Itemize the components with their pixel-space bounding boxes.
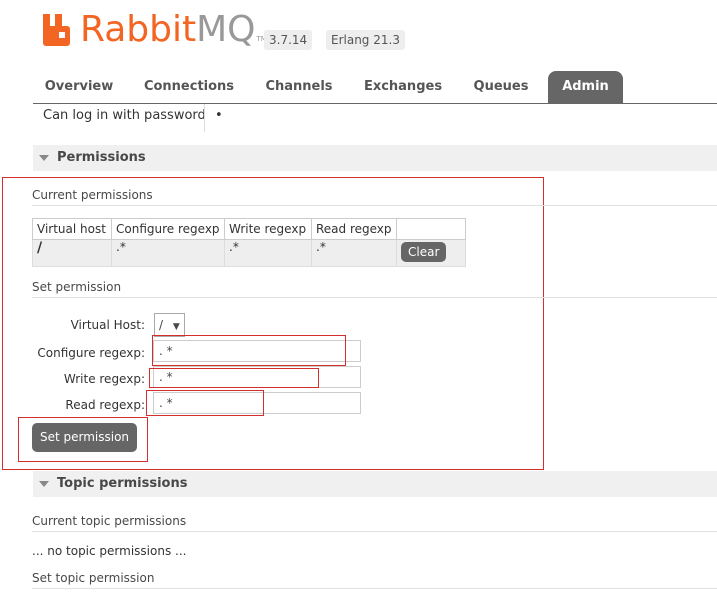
set-topic-permission-heading: Set topic permission (32, 571, 155, 585)
vhost-label: Virtual Host: (70, 318, 145, 332)
read-regexp-label: Read regexp: (65, 398, 145, 412)
vhost-select-value: / (159, 318, 164, 332)
configure-regexp-label: Configure regexp: (37, 346, 145, 360)
col-write-regexp: Write regexp (224, 218, 312, 240)
collapse-triangle-icon (39, 155, 49, 161)
can-login-label: Can log in with password (43, 108, 206, 123)
tab-queues[interactable]: Queues (463, 71, 539, 103)
col-virtual-host: Virtual host (32, 218, 112, 240)
cell-read: .* (311, 239, 397, 267)
set-permission-heading: Set permission (32, 280, 122, 294)
divider (32, 205, 717, 206)
current-permissions-heading: Current permissions (32, 188, 153, 202)
cell-action: Clear (396, 239, 466, 267)
divider (32, 297, 717, 298)
vhost-select[interactable]: / ▼ (154, 313, 185, 337)
highlight-box-submit (18, 417, 148, 462)
clear-button[interactable]: Clear (401, 242, 447, 262)
col-read-regexp: Read regexp (311, 218, 397, 240)
dropdown-arrow-icon: ▼ (172, 322, 180, 332)
cell-vhost: / (32, 239, 112, 267)
table-row: / .* .* .* Clear (32, 239, 466, 267)
highlight-box-read (146, 390, 264, 416)
col-configure-regexp: Configure regexp (111, 218, 225, 240)
write-regexp-label: Write regexp: (63, 372, 145, 386)
highlight-box-configure (152, 335, 346, 366)
divider (32, 588, 717, 589)
topic-permissions-section-header[interactable]: Topic permissions (33, 471, 717, 497)
tab-admin[interactable]: Admin (548, 71, 623, 103)
tab-exchanges[interactable]: Exchanges (353, 71, 453, 103)
topic-permissions-title: Topic permissions (57, 476, 188, 491)
cell-write: .* (224, 239, 312, 267)
permissions-title: Permissions (57, 150, 146, 165)
logo-text-mq: MQ (196, 9, 256, 50)
can-login-value: • (215, 108, 223, 123)
main-nav-tabs: Overview Connections Channels Exchanges … (33, 71, 717, 104)
collapse-triangle-icon (39, 481, 49, 487)
logo-text-rabbit: Rabbit (80, 9, 197, 50)
rabbitmq-logo: Rabbit MQ TM (43, 11, 267, 49)
highlight-box-write (149, 368, 319, 388)
tab-channels[interactable]: Channels (255, 71, 343, 103)
table-header-row: Virtual host Configure regexp Write rege… (32, 218, 466, 240)
tab-connections[interactable]: Connections (133, 71, 245, 103)
col-actions (396, 218, 466, 240)
rabbit-logo-icon (43, 14, 74, 46)
version-badge: 3.7.14 (264, 30, 313, 50)
divider (32, 531, 717, 532)
no-topic-permissions-text: ... no topic permissions ... (32, 544, 187, 558)
permissions-section-header[interactable]: Permissions (33, 145, 717, 171)
current-topic-permissions-heading: Current topic permissions (32, 514, 187, 528)
row-divider (204, 104, 205, 132)
cell-configure: .* (111, 239, 225, 267)
erlang-version-badge: Erlang 21.3 (326, 30, 405, 50)
permissions-table: Virtual host Configure regexp Write rege… (32, 218, 466, 267)
tab-overview[interactable]: Overview (33, 71, 125, 103)
